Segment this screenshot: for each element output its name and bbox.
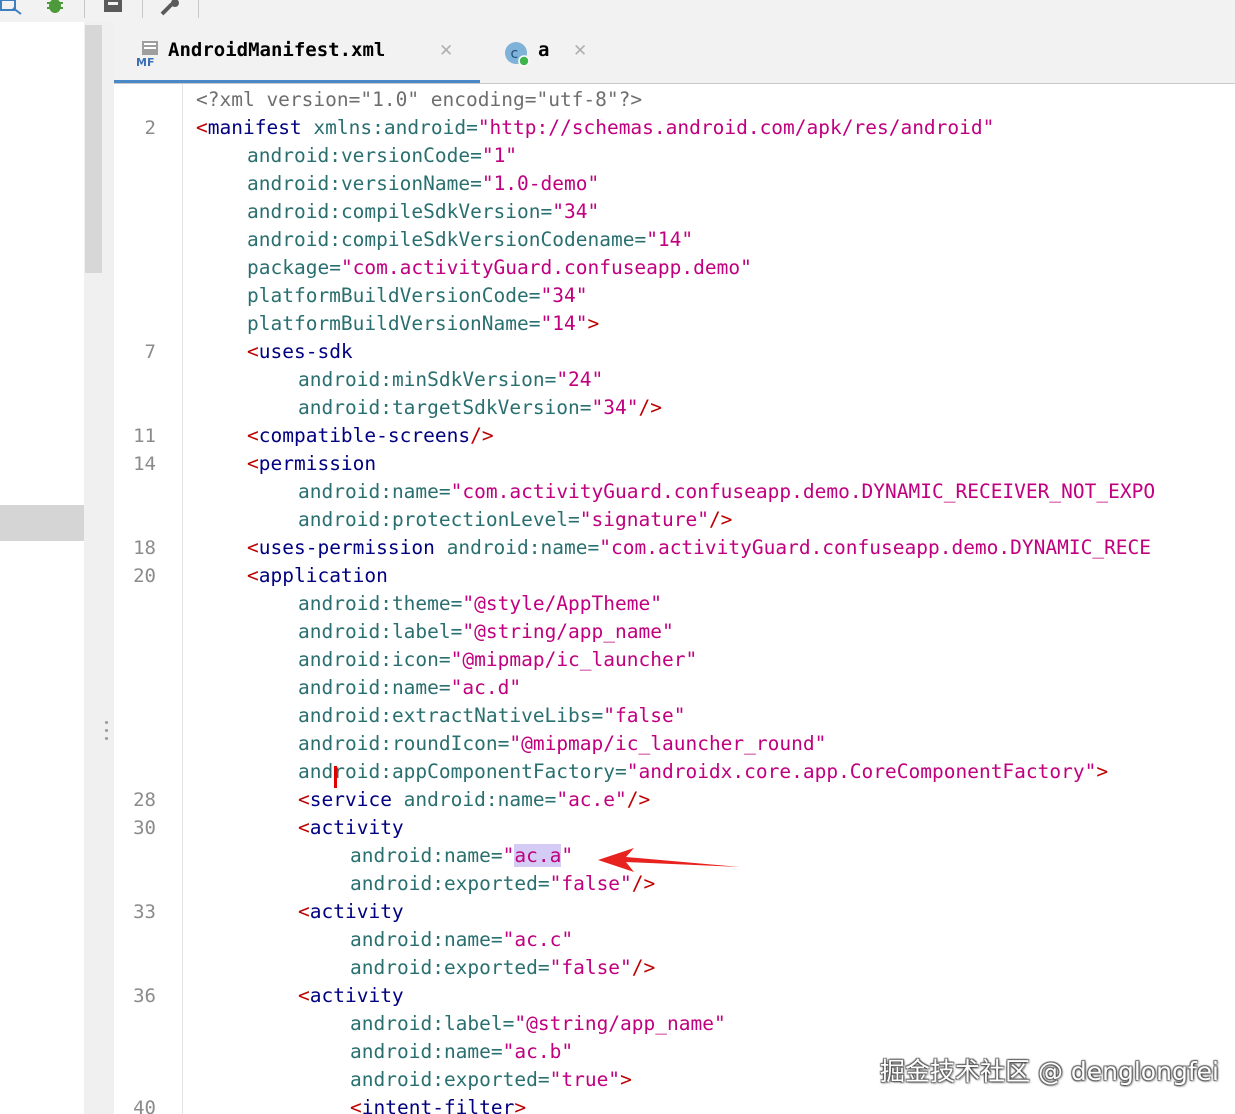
java-class-icon: c (504, 41, 530, 72)
line-number-gutter: 2 7 11 14 18 20 28 30 33 36 40 (114, 84, 183, 1114)
line-number: 33 (133, 901, 156, 923)
code-line: android:icon="@mipmap/ic_launcher" (298, 648, 698, 671)
code-line: android:appComponentFactory="androidx.co… (298, 760, 1109, 783)
manifest-icon-label: MF (136, 56, 154, 67)
search-highlight[interactable]: ac.a (514, 844, 562, 867)
code-line: android:name="ac.c" (350, 928, 574, 951)
code-line: <?xml version="1.0" encoding="utf-8"?> (196, 88, 643, 111)
code-line: <intent-filter> (350, 1096, 527, 1114)
code-line: android:exported="false"/> (350, 956, 656, 979)
code-line: android:extractNativeLibs="false" (298, 704, 686, 727)
code-line: android:name="ac.b" (350, 1040, 574, 1063)
editor-tab-bar: MF AndroidManifest.xml ✕ c a ✕ (114, 22, 1235, 84)
code-line: android:versionCode="1" (247, 144, 518, 167)
code-line: <activity (298, 900, 404, 923)
code-line: android:compileSdkVersionCodename="14" (247, 228, 694, 251)
line-number: 40 (133, 1097, 156, 1114)
tab-class-a[interactable]: c a ✕ (496, 22, 596, 84)
code-line: <uses-permission android:name="com.activ… (247, 536, 1152, 559)
code-line: android:label="@string/app_name" (350, 1012, 726, 1035)
code-line: <compatible-screens/> (247, 424, 494, 447)
code-line: android:versionName="1.0-demo" (247, 172, 600, 195)
code-line: <application (247, 564, 388, 587)
line-number: 14 (133, 453, 156, 475)
debug-icon[interactable] (44, 0, 66, 19)
code-line: android:exported="false"/> (350, 872, 656, 895)
text-caret (334, 766, 337, 788)
line-number: 28 (133, 789, 156, 811)
code-line: platformBuildVersionCode="34" (247, 284, 588, 307)
close-tab-icon[interactable]: ✕ (439, 41, 453, 61)
line-number: 7 (144, 341, 156, 363)
code-line: <uses-sdk (247, 340, 353, 363)
code-line: <manifest xmlns:android="http://schemas.… (196, 116, 995, 139)
watermark: 掘金技术社区 @ denglongfei (880, 1057, 1219, 1086)
code-line: android:name="com.activityGuard.confusea… (298, 480, 1156, 503)
toolbar-separator (142, 0, 143, 18)
code-area[interactable]: <?xml version="1.0" encoding="utf-8"?> <… (196, 84, 1235, 1114)
toolbar-separator (198, 0, 199, 18)
main-toolbar (0, 0, 1235, 22)
project-tree-panel (0, 22, 84, 1114)
panel-splitter-handle[interactable] (105, 721, 109, 749)
tab-label: a (538, 39, 550, 61)
line-number: 36 (133, 985, 156, 1007)
build-icon[interactable] (158, 0, 184, 21)
code-line: android:label="@string/app_name" (298, 620, 674, 643)
left-panel-scrollbar-track (84, 22, 114, 1114)
code-line: android:exported="true"> (350, 1068, 632, 1091)
manifest-file-icon: MF (136, 39, 160, 72)
code-line: android:name="ac.d" (298, 676, 522, 699)
line-number: 2 (144, 117, 156, 139)
close-tab-icon[interactable]: ✕ (573, 41, 587, 61)
code-line: <permission (247, 452, 377, 475)
line-number: 11 (133, 425, 156, 447)
code-line: <activity (298, 816, 404, 839)
code-editor[interactable]: 2 7 11 14 18 20 28 30 33 36 40 <?xml ver… (114, 84, 1235, 1114)
code-line: android:protectionLevel="signature"/> (298, 508, 733, 531)
save-icon[interactable] (102, 0, 124, 19)
tab-android-manifest[interactable]: MF AndroidManifest.xml ✕ (114, 22, 480, 84)
code-line: <activity (298, 984, 404, 1007)
code-line: android:minSdkVersion="24" (298, 368, 604, 391)
code-line: android:name="ac.a" (350, 844, 574, 867)
code-line: android:targetSdkVersion="34"/> (298, 396, 662, 419)
code-line: android:theme="@style/AppTheme" (298, 592, 662, 615)
code-line: android:roundIcon="@mipmap/ic_launcher_r… (298, 732, 827, 755)
toolbar-separator (84, 0, 85, 18)
code-line: platformBuildVersionName="14"> (247, 312, 600, 335)
left-panel-scrollbar-thumb[interactable] (85, 25, 102, 273)
code-line: package="com.activityGuard.confuseapp.de… (247, 256, 752, 279)
code-line: android:compileSdkVersion="34" (247, 200, 600, 223)
class-icon-label: c (511, 46, 519, 62)
selected-tree-row[interactable] (0, 505, 84, 541)
tab-label: AndroidManifest.xml (168, 39, 386, 61)
line-number: 18 (133, 537, 156, 559)
structure-icon[interactable] (0, 0, 22, 21)
line-number: 20 (133, 565, 156, 587)
code-line: <service android:name="ac.e"/> (298, 788, 651, 811)
line-number: 30 (133, 817, 156, 839)
